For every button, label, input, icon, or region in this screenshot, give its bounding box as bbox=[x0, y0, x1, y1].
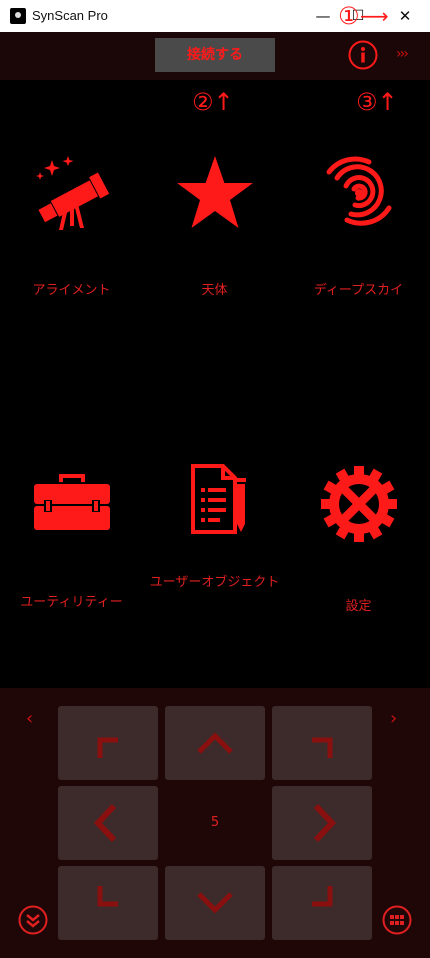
slew-left-button[interactable] bbox=[58, 786, 158, 860]
menu-alignment[interactable]: アライメント bbox=[0, 150, 143, 300]
keypad-grid-icon[interactable] bbox=[382, 905, 412, 935]
menu-alignment-label: アライメント bbox=[32, 283, 111, 298]
collapse-double-chevron-icon[interactable] bbox=[18, 905, 48, 935]
annotation-3: ③↑ bbox=[356, 88, 398, 116]
menu-utility[interactable]: ユーティリティー bbox=[0, 466, 143, 612]
menu-deep-sky[interactable]: ディープスカイ bbox=[287, 150, 430, 300]
gear-icon bbox=[320, 466, 397, 542]
menu-settings[interactable]: 設定 bbox=[287, 466, 430, 616]
arrow-up-left-icon bbox=[97, 737, 118, 758]
slew-down-button[interactable] bbox=[165, 866, 265, 940]
telescope-icon bbox=[35, 156, 109, 230]
window-title: SynScan Pro bbox=[32, 8, 108, 23]
panel-right-chevron-icon[interactable]: › bbox=[390, 708, 397, 729]
menu-deep-sky-label: ディープスカイ bbox=[313, 283, 404, 298]
annotation-1: ① bbox=[338, 2, 360, 30]
arrow-down-right-icon bbox=[312, 886, 333, 907]
slew-down-right-button[interactable] bbox=[272, 866, 372, 940]
menu-utility-label: ユーティリティー bbox=[20, 595, 123, 610]
menu-objects[interactable]: 天体 bbox=[143, 150, 286, 300]
star-icon bbox=[176, 156, 253, 228]
slew-right-button[interactable] bbox=[272, 786, 372, 860]
slew-up-right-button[interactable] bbox=[272, 706, 372, 780]
slew-down-left-button[interactable] bbox=[58, 866, 158, 940]
galaxy-icon bbox=[326, 156, 391, 226]
menu-user-objects[interactable]: ユーザーオブジェクト bbox=[143, 462, 286, 592]
close-button[interactable]: ✕ bbox=[392, 4, 418, 28]
document-edit-icon bbox=[190, 464, 246, 534]
panel-left-chevron-icon[interactable]: ‹ bbox=[26, 708, 33, 729]
arrow-up-right-icon bbox=[312, 737, 333, 758]
minimize-button[interactable]: — bbox=[310, 4, 336, 28]
annotation-1-arrow: ⟶ bbox=[360, 4, 389, 28]
menu-settings-label: 設定 bbox=[345, 599, 372, 614]
annotation-2: ②↑ bbox=[192, 88, 234, 116]
menu-objects-label: 天体 bbox=[201, 283, 228, 298]
menu-user-objects-label: ユーザーオブジェクト bbox=[149, 575, 280, 590]
arrow-up-icon bbox=[197, 732, 233, 754]
app-logo-icon bbox=[10, 8, 26, 24]
arrow-right-icon bbox=[313, 803, 337, 843]
arrow-left-icon bbox=[93, 803, 117, 843]
arrow-down-left-icon bbox=[97, 886, 118, 907]
more-chevrons-icon[interactable]: ››› bbox=[396, 46, 409, 62]
toolbox-icon bbox=[33, 474, 110, 530]
info-icon[interactable] bbox=[348, 40, 378, 70]
arrow-down-icon bbox=[197, 892, 233, 914]
slew-up-button[interactable] bbox=[165, 706, 265, 780]
slew-up-left-button[interactable] bbox=[58, 706, 158, 780]
connect-button[interactable]: 接続する bbox=[155, 38, 275, 72]
slew-speed-value: 5 bbox=[210, 815, 220, 830]
